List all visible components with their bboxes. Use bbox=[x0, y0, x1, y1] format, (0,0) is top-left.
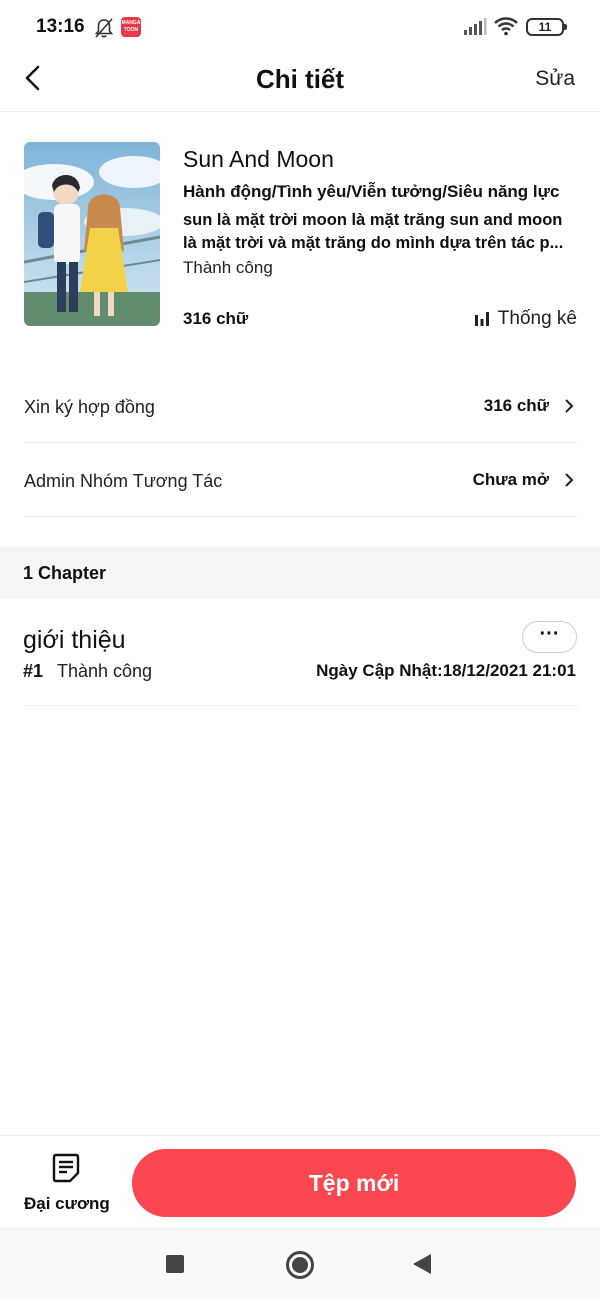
more-options-button[interactable]: ··· bbox=[522, 621, 577, 653]
bell-muted-icon bbox=[94, 18, 114, 38]
contract-row-value: 316 chữ bbox=[483, 396, 549, 415]
book-description: sun là mặt trời moon là mặt trăng sun an… bbox=[183, 211, 564, 252]
chevron-right-icon bbox=[565, 473, 574, 487]
chapter-count: 1 Chapter bbox=[23, 563, 107, 583]
battery-indicator: 11 bbox=[526, 18, 567, 36]
admin-group-row-label: Admin Nhóm Tương Tác bbox=[24, 471, 223, 491]
page-title: Chi tiết bbox=[255, 64, 345, 94]
book-title: Sun And Moon bbox=[183, 146, 334, 172]
chapter-title: giới thiệu bbox=[23, 626, 126, 654]
signal-icon bbox=[464, 18, 487, 35]
system-back-icon[interactable] bbox=[413, 1254, 431, 1274]
book-status: Thành công bbox=[183, 258, 273, 277]
contract-row-label: Xin ký hợp đồng bbox=[24, 397, 155, 417]
edit-button[interactable]: Sửa bbox=[535, 67, 575, 91]
bar-chart-icon bbox=[474, 312, 489, 326]
outline-label: Đại cương bbox=[24, 1194, 110, 1213]
statistics-label: Thống kê bbox=[497, 308, 577, 329]
divider bbox=[24, 516, 577, 517]
new-file-button[interactable]: Tệp mới bbox=[132, 1149, 576, 1217]
bottom-action-bar: Đại cương Tệp mới bbox=[0, 1135, 600, 1228]
outline-button[interactable]: Đại cương bbox=[18, 1150, 114, 1218]
chapter-updated-date: Ngày Cập Nhật:18/12/2021 21:01 bbox=[316, 661, 576, 680]
document-outline-icon bbox=[52, 1153, 80, 1183]
status-bar: 13:16 MANGA TOON 11 bbox=[0, 0, 600, 56]
book-genres: Hành động/Tình yêu/Viễn tưởng/Siêu năng … bbox=[183, 182, 560, 201]
admin-group-row-value: Chưa mở bbox=[472, 470, 549, 489]
system-navigation-bar bbox=[0, 1228, 600, 1300]
wifi-icon bbox=[494, 17, 518, 36]
contract-row[interactable]: Xin ký hợp đồng 316 chữ bbox=[24, 369, 577, 443]
word-count: 316 chữ bbox=[183, 309, 249, 328]
chevron-right-icon bbox=[565, 399, 574, 413]
home-icon[interactable] bbox=[286, 1251, 314, 1279]
status-time: 13:16 bbox=[36, 16, 85, 37]
book-cover-image[interactable] bbox=[24, 142, 160, 326]
ellipsis-icon: ··· bbox=[539, 623, 560, 645]
chapter-section-header: 1 Chapter bbox=[0, 547, 600, 599]
chapter-status: Thành công bbox=[57, 661, 153, 681]
chapter-number: #1 bbox=[23, 661, 44, 681]
mangatoon-app-icon: MANGA TOON bbox=[121, 17, 141, 37]
top-app-bar: Chi tiết Sửa bbox=[0, 56, 600, 112]
admin-group-row[interactable]: Admin Nhóm Tương Tác Chưa mở bbox=[24, 443, 577, 517]
divider bbox=[24, 705, 577, 706]
chapter-list-item[interactable]: giới thiệu ··· #1 Thành công Ngày Cập Nh… bbox=[0, 600, 600, 706]
statistics-button[interactable]: Thống kê bbox=[474, 308, 577, 330]
recents-icon[interactable] bbox=[166, 1255, 184, 1273]
